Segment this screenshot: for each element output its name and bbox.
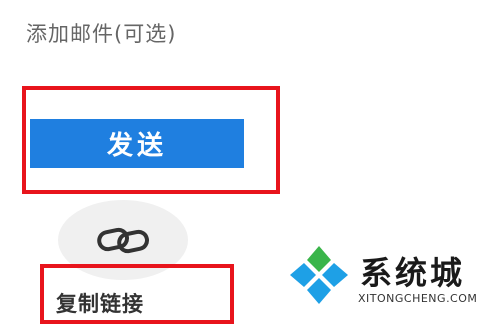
xitongcheng-logo-icon	[290, 246, 348, 304]
add-email-label: 添加邮件(可选)	[26, 22, 177, 46]
watermark-title: 系统城	[360, 254, 466, 292]
send-highlight-box	[22, 86, 280, 194]
watermark-subtitle: XITONGCHENG.COM	[358, 292, 478, 305]
copy-link-highlight-box	[40, 264, 234, 324]
link-icon	[97, 227, 149, 254]
watermark: 系统城 XITONGCHENG.COM	[288, 244, 478, 312]
